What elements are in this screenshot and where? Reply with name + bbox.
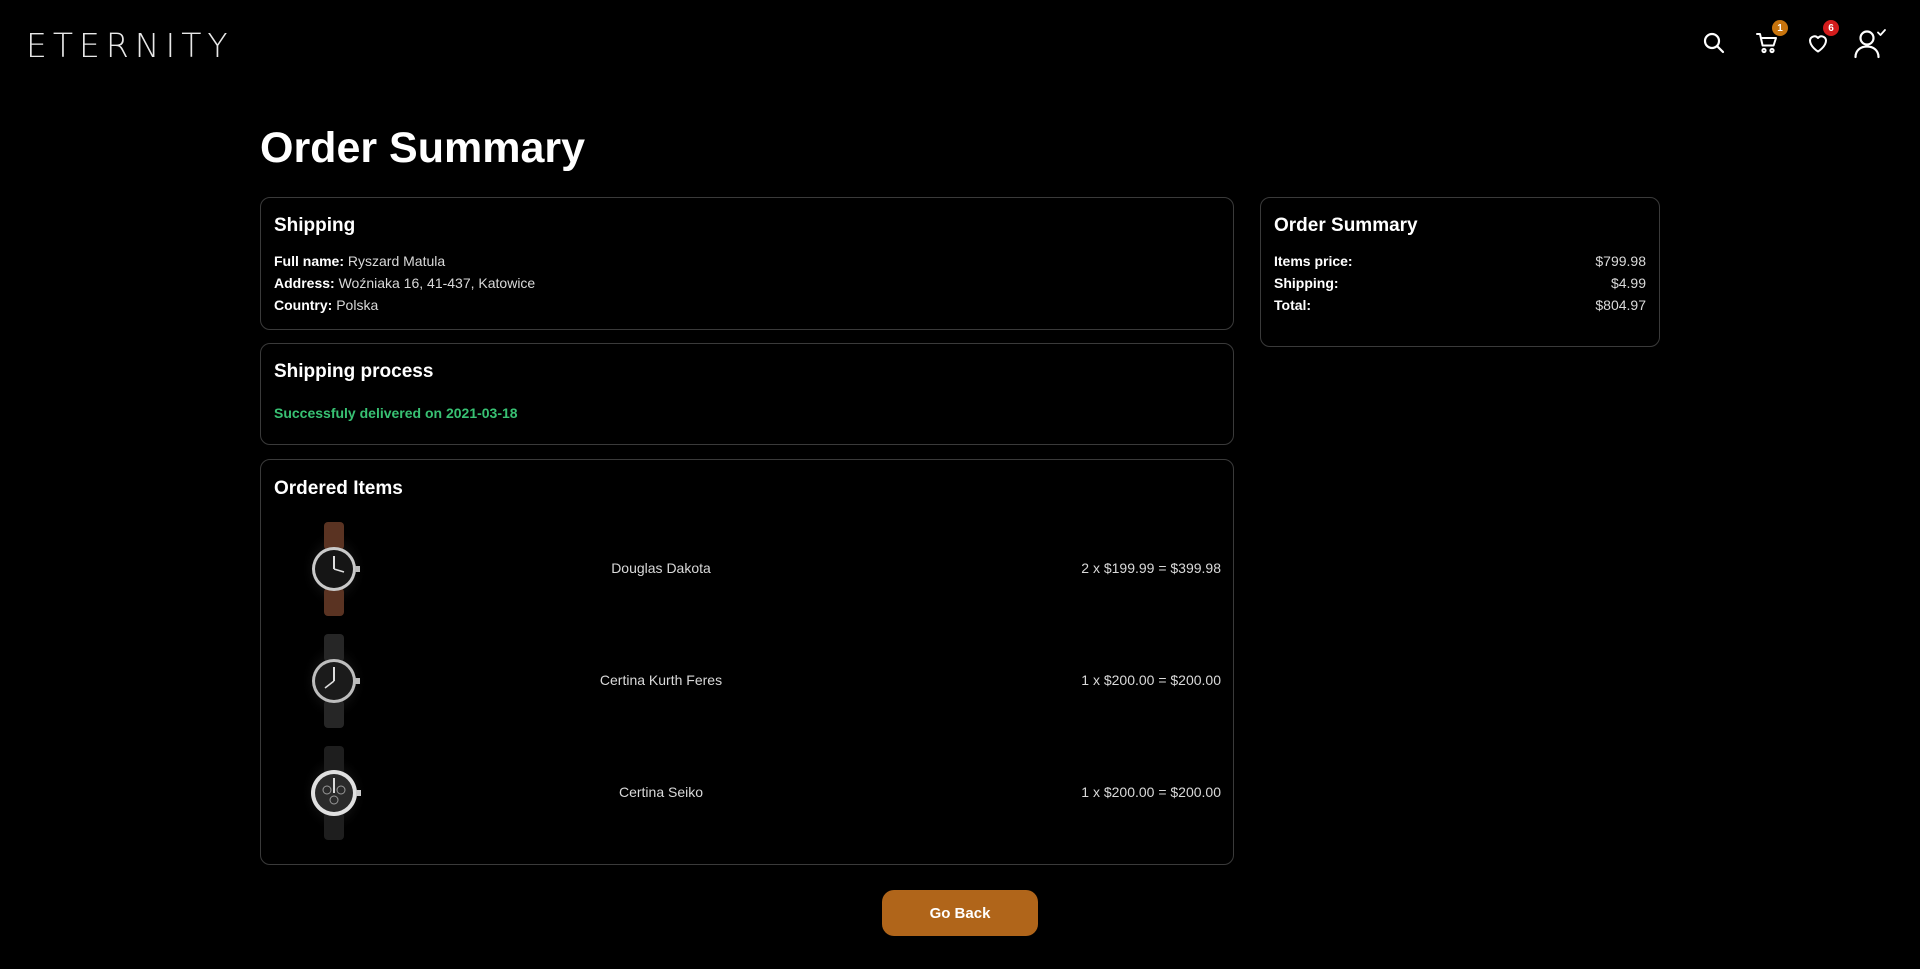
item-name[interactable]: Certina Kurth Feres [511,672,811,688]
order-item-row: Certina Seiko 1 x $200.00 = $200.00 [261,744,1233,844]
full-name-line: Full name: Ryszard Matula [274,250,535,272]
shipping-cost-label: Shipping: [1274,275,1339,291]
order-summary-card: Order Summary Items price: $799.98 Shipp… [1260,197,1660,347]
watch-image[interactable] [301,632,367,730]
item-price: 2 x $199.99 = $399.98 [1081,560,1221,576]
shipping-card: Shipping Full name: Ryszard Matula Addre… [260,197,1234,330]
user-menu-button[interactable] [1852,26,1886,60]
shipping-process-card: Shipping process Successfuly delivered o… [260,343,1234,445]
total-label: Total: [1274,297,1312,313]
shipping-cost-row: Shipping: $4.99 [1274,272,1646,294]
country-line: Country: Polska [274,294,535,316]
full-name-value: Ryszard Matula [347,253,446,269]
items-price-row: Items price: $799.98 [1274,250,1646,272]
cart-count-badge: 1 [1772,20,1788,36]
cart-button[interactable]: 1 [1750,20,1788,60]
shipping-process-title: Shipping process [274,361,434,382]
watch-image[interactable] [301,520,367,618]
item-name[interactable]: Douglas Dakota [511,560,811,576]
order-item-row: Certina Kurth Feres 1 x $200.00 = $200.0… [261,632,1233,732]
address-value: Woźniaka 16, 41-437, Katowice [338,275,536,291]
full-name-label: Full name: [274,253,345,269]
wishlist-count-badge: 6 [1823,20,1839,36]
items-price-label: Items price: [1274,253,1353,269]
wishlist-button[interactable]: 6 [1801,20,1839,60]
ordered-items-card: Ordered Items Douglas Dakota 2 x $199.99… [260,459,1234,865]
order-summary-title: Order Summary [1274,215,1418,236]
ordered-items-title: Ordered Items [274,478,403,499]
shipping-title: Shipping [274,215,356,236]
watch-image[interactable] [301,744,367,842]
item-name[interactable]: Certina Seiko [511,784,811,800]
order-item-row: Douglas Dakota 2 x $199.99 = $399.98 [261,520,1233,620]
total-value: $804.97 [1595,297,1646,313]
country-value: Polska [336,297,379,313]
search-icon[interactable] [1697,26,1731,60]
user-check-icon [1854,29,1886,59]
delivery-status: Successfuly delivered on 2021-03-18 [274,405,518,421]
page-title: Order Summary [260,124,586,172]
country-label: Country: [274,297,333,313]
go-back-button[interactable]: Go Back [882,890,1038,936]
address-label: Address: [274,275,335,291]
item-price: 1 x $200.00 = $200.00 [1081,784,1221,800]
header-nav: 1 6 [0,0,1920,80]
items-price-value: $799.98 [1595,253,1646,269]
total-row: Total: $804.97 [1274,294,1646,316]
address-line: Address: Woźniaka 16, 41-437, Katowice [274,272,535,294]
item-price: 1 x $200.00 = $200.00 [1081,672,1221,688]
shipping-cost-value: $4.99 [1610,275,1646,291]
